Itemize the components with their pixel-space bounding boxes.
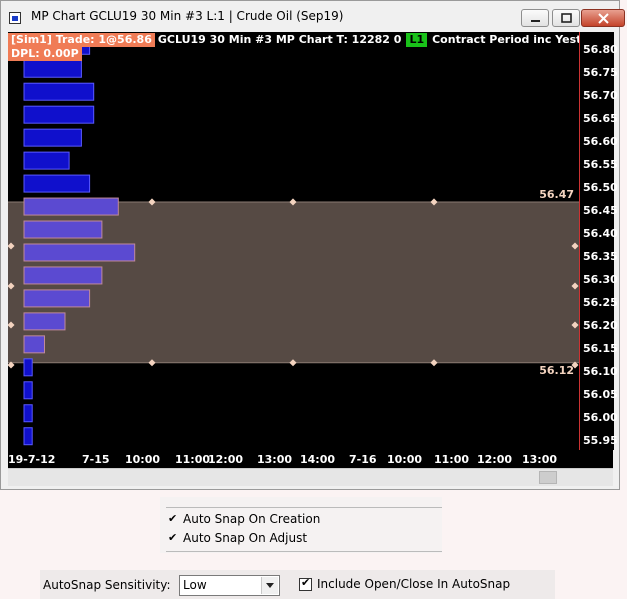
- time-tick-label: 11:00: [175, 453, 211, 466]
- sensitivity-select[interactable]: Low: [179, 575, 280, 596]
- price-tick-label: 56.65: [583, 112, 618, 126]
- price-tick-label: 56.70: [583, 89, 618, 103]
- profile-bar: [23, 358, 33, 377]
- profile-bar: [23, 128, 82, 147]
- price-tick-label: 56.80: [583, 43, 618, 57]
- profile-bar: [23, 427, 33, 446]
- price-tick-label: 56.10: [583, 364, 618, 378]
- time-tick-label: 19-7-12: [8, 453, 56, 466]
- sim-trade-label[interactable]: [Sim1] Trade: 1@56.86: [8, 33, 155, 47]
- profile-bar: [23, 289, 91, 308]
- close-button[interactable]: [581, 9, 625, 27]
- price-tick-label: 56.15: [583, 341, 618, 355]
- minimize-icon: [531, 20, 540, 22]
- menu-item-auto-snap-adjust[interactable]: ✔ Auto Snap On Adjust: [166, 530, 442, 548]
- profile-bar: [23, 220, 103, 239]
- price-tick-label: 56.55: [583, 158, 618, 172]
- chart-info-label: GCLU19 30 Min #3 MP Chart T: 12282 0: [157, 33, 402, 46]
- sensitivity-label: AutoSnap Sensitivity:: [43, 578, 171, 592]
- maximize-button[interactable]: [552, 9, 580, 27]
- profile-bar: [23, 151, 70, 170]
- close-icon: [598, 13, 609, 24]
- price-tick-label: 56.45: [583, 204, 618, 218]
- price-tick-label: 56.40: [583, 227, 618, 241]
- minimize-button[interactable]: [521, 9, 549, 27]
- profile-bar: [23, 243, 136, 262]
- time-tick-label: 11:00: [434, 453, 470, 466]
- price-tick-label: 55.95: [583, 433, 618, 447]
- time-tick-label: 10:00: [125, 453, 161, 466]
- price-tick-label: 56.50: [583, 181, 618, 195]
- price-tick-label: 56.35: [583, 250, 618, 264]
- menu-separator: [166, 507, 442, 508]
- app-icon: [9, 12, 21, 24]
- profile-bar: [23, 312, 66, 331]
- profile-bar: [23, 266, 103, 285]
- profile-bar: [23, 174, 91, 193]
- include-open-close-checkbox[interactable]: ✔: [299, 576, 312, 591]
- menu-item-label: Auto Snap On Creation: [183, 512, 321, 526]
- time-tick-label: 14:00: [300, 453, 336, 466]
- chart-canvas[interactable]: [8, 32, 579, 450]
- level-badge: L1: [406, 33, 428, 47]
- zone-high-label: 56.47: [539, 187, 574, 201]
- price-tick-label: 56.60: [583, 135, 618, 149]
- dpl-label: DPL: 0.00P: [8, 47, 82, 61]
- check-icon: ✔: [168, 512, 178, 525]
- scrollbar-thumb[interactable]: [539, 471, 557, 484]
- sensitivity-value: Low: [183, 578, 207, 592]
- menu-item-label: Auto Snap On Adjust: [183, 531, 308, 545]
- horizontal-scrollbar[interactable]: [8, 468, 613, 486]
- price-axis[interactable]: 56.80 56.75 56.70 56.65 56.60 56.55 56.50 56.45…: [579, 32, 618, 450]
- checkmark-icon: ✔: [301, 576, 311, 589]
- include-open-close-label: Include Open/Close In AutoSnap: [317, 577, 511, 591]
- zone-low-label: 56.12: [539, 363, 574, 377]
- time-tick-label: 13:00: [257, 453, 293, 466]
- time-tick-label: 13:00: [522, 453, 558, 466]
- profile-bar: [23, 197, 119, 216]
- contract-period-label: Contract Period inc Yesterday Current: [432, 33, 579, 46]
- profile-bar: [23, 105, 95, 124]
- menu-separator: [166, 551, 442, 552]
- time-tick-label: 10:00: [387, 453, 423, 466]
- time-tick-label: 7-15: [82, 453, 110, 466]
- title-bar[interactable]: MP Chart GCLU19 30 Min #3 L:1 | Crude Oi…: [1, 1, 625, 33]
- profile-bar: [23, 381, 33, 400]
- chart-header: [Sim1] Trade: 1@56.86 GCLU19 30 Min #3 MP…: [8, 33, 579, 47]
- menu-item-auto-snap-creation[interactable]: ✔ Auto Snap On Creation: [166, 511, 442, 529]
- maximize-icon: [561, 13, 572, 23]
- price-tick-label: 56.05: [583, 387, 618, 401]
- market-profile-chart[interactable]: [Sim1] Trade: 1@56.86 GCLU19 30 Min #3 MP…: [8, 32, 579, 450]
- price-tick-label: 56.30: [583, 273, 618, 287]
- profile-bar: [23, 404, 33, 423]
- profile-bar: [23, 82, 95, 101]
- profile-bar: [23, 59, 82, 78]
- price-tick-label: 56.00: [583, 410, 618, 424]
- check-icon: ✔: [168, 531, 178, 544]
- price-tick-label: 56.20: [583, 318, 618, 332]
- price-tick-label: 56.75: [583, 66, 618, 80]
- profile-bar: [23, 335, 45, 354]
- time-tick-label: 12:00: [477, 453, 513, 466]
- window-title: MP Chart GCLU19 30 Min #3 L:1 | Crude Oi…: [31, 9, 344, 23]
- chevron-down-icon: [266, 583, 274, 588]
- dropdown-arrow[interactable]: [261, 577, 278, 594]
- price-tick-label: 56.25: [583, 296, 618, 309]
- time-tick-label: 12:00: [208, 453, 244, 466]
- time-tick-label: 7-16: [349, 453, 377, 466]
